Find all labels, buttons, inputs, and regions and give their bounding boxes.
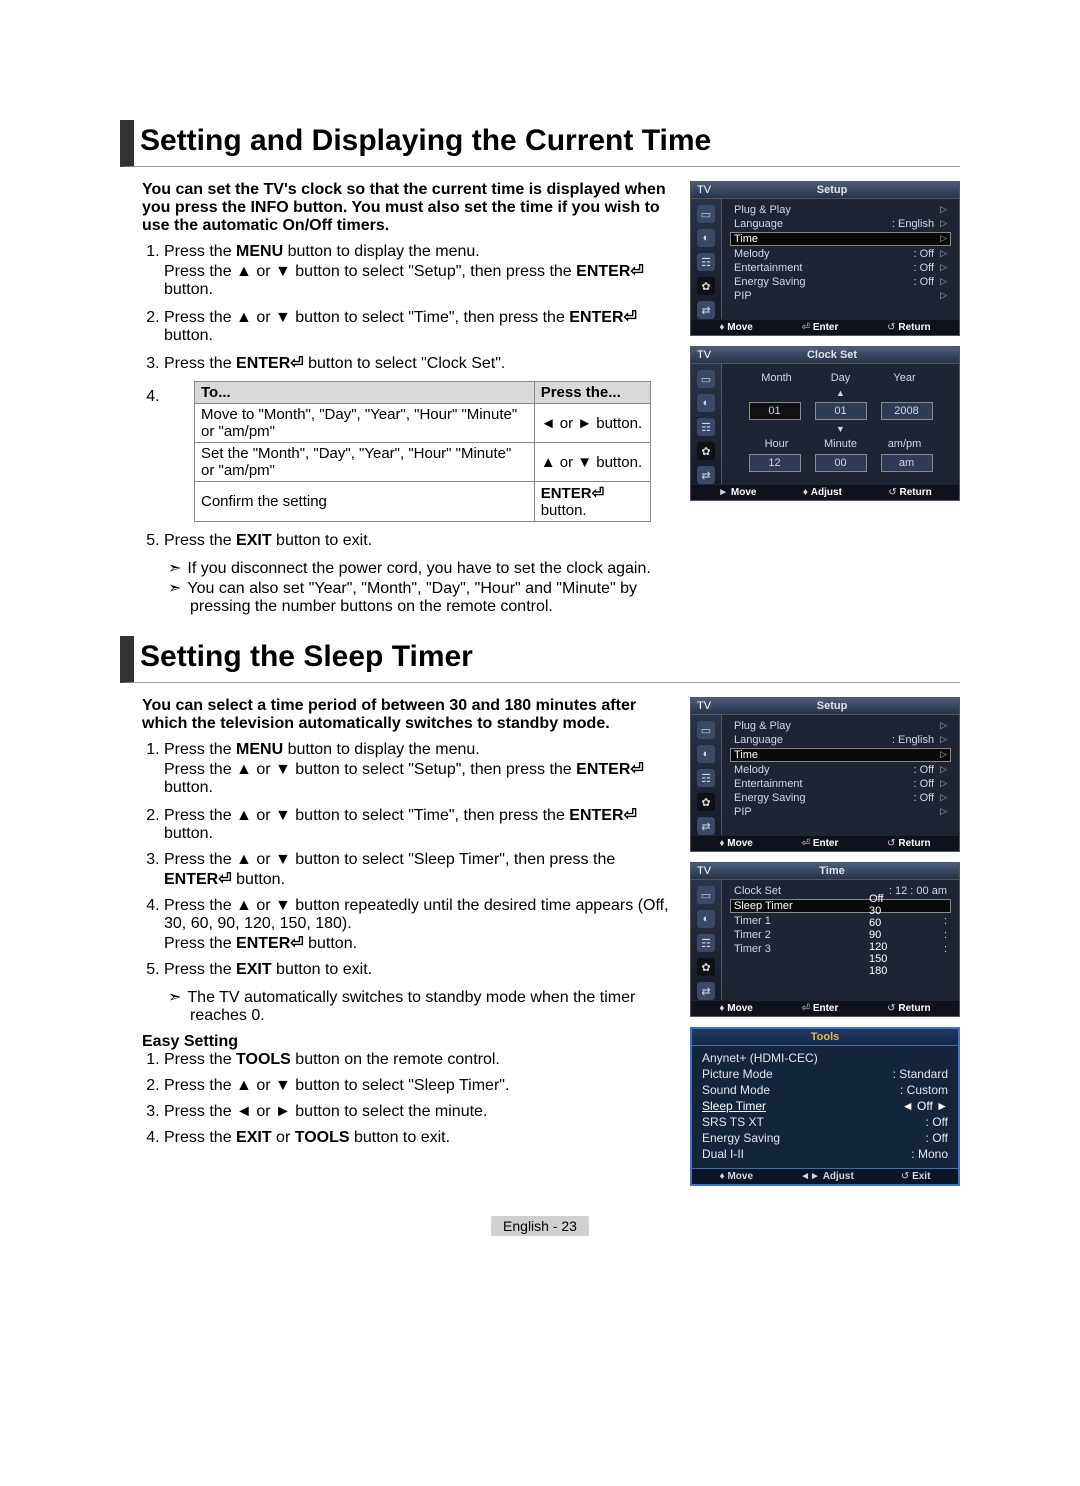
sleep-option[interactable]: 30	[869, 905, 949, 917]
osd-time-menu: TV Time ▭ ◐ ☶ ✿ ⇄ Clock Set: 12 : 00 amS…	[690, 862, 960, 1017]
return-hint: ↺ Return	[887, 322, 930, 333]
setup-icon: ✿	[697, 277, 715, 295]
s1-step3: Press the ENTER⏎ button to select "Clock…	[164, 353, 672, 373]
menu-row[interactable]: Entertainment: Off▷	[730, 261, 951, 275]
channel-icon: ☶	[697, 253, 715, 271]
minute-field[interactable]: 00	[815, 454, 867, 472]
enter-icon: ⏎	[624, 309, 637, 326]
tools-row[interactable]: Dual I-IIMono	[700, 1146, 950, 1162]
channel-icon: ☶	[697, 769, 715, 787]
enter-icon: ⏎	[290, 355, 303, 372]
day-field[interactable]: 01	[815, 402, 867, 420]
s2-note1: The TV automatically switches to standby…	[190, 987, 672, 1025]
year-field[interactable]: 2008	[881, 402, 933, 420]
s1-step1: Press the MENU button to display the men…	[164, 243, 672, 299]
sleep-option[interactable]: Off	[869, 893, 949, 905]
easy-step1: Press the TOOLS button on the remote con…	[164, 1051, 672, 1069]
s2-step4: Press the ▲ or ▼ button repeatedly until…	[164, 897, 672, 953]
menu-row[interactable]: Energy Saving: Off▷	[730, 791, 951, 805]
enter-hint: ⏎ Enter	[802, 322, 839, 333]
sleep-option[interactable]: 150	[869, 953, 949, 965]
sleep-option[interactable]: 60	[869, 917, 949, 929]
picture-icon: ▭	[697, 370, 715, 388]
tools-row[interactable]: Picture ModeStandard	[700, 1066, 950, 1082]
enter-icon: ⏎	[630, 263, 643, 280]
sound-icon: ◐	[697, 745, 715, 763]
setup-icon: ✿	[697, 442, 715, 460]
input-icon: ⇄	[697, 466, 715, 484]
sleep-option[interactable]: 180	[869, 965, 949, 977]
sound-icon: ◐	[697, 910, 715, 928]
tools-row[interactable]: Sleep Timer◄ Off ►	[700, 1098, 950, 1114]
easy-step4: Press the EXIT or TOOLS button to exit.	[164, 1129, 672, 1147]
menu-row[interactable]: Language: English▷	[730, 733, 951, 747]
sound-icon: ◐	[697, 229, 715, 247]
s2-step1: Press the MENU button to display the men…	[164, 741, 672, 797]
s1-note1: If you disconnect the power cord, you ha…	[190, 558, 672, 578]
menu-row[interactable]: Time▷	[730, 232, 951, 246]
osd-setup-menu-2: TV Setup ▭ ◐ ☶ ✿ ⇄ Plug & Play▷Language:…	[690, 697, 960, 852]
menu-row[interactable]: Melody: Off▷	[730, 247, 951, 261]
ampm-field[interactable]: am	[881, 454, 933, 472]
menu-row[interactable]: Plug & Play▷	[730, 719, 951, 733]
s1-step2: Press the ▲ or ▼ button to select "Time"…	[164, 307, 672, 345]
sound-icon: ◐	[697, 394, 715, 412]
picture-icon: ▭	[697, 205, 715, 223]
tools-row[interactable]: Anynet+ (HDMI-CEC)	[700, 1050, 950, 1066]
menu-row[interactable]: Time▷	[730, 748, 951, 762]
setup-icon: ✿	[697, 958, 715, 976]
s2-step3: Press the ▲ or ▼ button to select "Sleep…	[164, 851, 672, 889]
menu-row[interactable]: Entertainment: Off▷	[730, 777, 951, 791]
input-icon: ⇄	[697, 982, 715, 1000]
s2-step5: Press the EXIT button to exit.	[164, 961, 672, 979]
tools-row[interactable]: Sound ModeCustom	[700, 1082, 950, 1098]
section-title-1: Setting and Displaying the Current Time	[120, 120, 960, 167]
sleep-option[interactable]: 120	[869, 941, 949, 953]
osd-clock-set: TV Clock Set ▭ ◐ ☶ ✿ ⇄ Month	[690, 346, 960, 501]
channel-icon: ☶	[697, 418, 715, 436]
s2-step2: Press the ▲ or ▼ button to select "Time"…	[164, 805, 672, 843]
easy-setting-heading: Easy Setting	[142, 1033, 672, 1051]
section1-intro: You can set the TV's clock so that the c…	[142, 181, 672, 235]
menu-row: PIP▷	[730, 805, 951, 819]
picture-icon: ▭	[697, 721, 715, 739]
section2-intro: You can select a time period of between …	[142, 697, 672, 733]
menu-row: PIP▷	[730, 289, 951, 303]
input-icon: ⇄	[697, 817, 715, 835]
osd-setup-menu: TV Setup ▭ ◐ ☶ ✿ ⇄ Plug & Play▷Language:…	[690, 181, 960, 336]
menu-row[interactable]: Energy Saving: Off▷	[730, 275, 951, 289]
hour-field[interactable]: 12	[749, 454, 801, 472]
s1-note2: You can also set "Year", "Month", "Day",…	[190, 578, 672, 616]
osd-tools-menu: Tools Anynet+ (HDMI-CEC)Picture ModeStan…	[690, 1027, 960, 1186]
menu-row[interactable]: Melody: Off▷	[730, 763, 951, 777]
easy-step3: Press the ◄ or ► button to select the mi…	[164, 1103, 672, 1121]
sleep-option[interactable]: 90	[869, 929, 949, 941]
input-icon: ⇄	[697, 301, 715, 319]
page-footer: English - 23	[491, 1216, 589, 1236]
picture-icon: ▭	[697, 886, 715, 904]
easy-step2: Press the ▲ or ▼ button to select "Sleep…	[164, 1077, 672, 1095]
s1-step4: To...Press the... Move to "Month", "Day"…	[164, 381, 672, 522]
instruction-table: To...Press the... Move to "Month", "Day"…	[194, 381, 651, 522]
tools-row[interactable]: SRS TS XTOff	[700, 1114, 950, 1130]
channel-icon: ☶	[697, 934, 715, 952]
section-title-2: Setting the Sleep Timer	[120, 636, 960, 683]
setup-icon: ✿	[697, 793, 715, 811]
move-hint: ♦ Move	[719, 322, 752, 333]
tools-row[interactable]: Energy SavingOff	[700, 1130, 950, 1146]
month-field[interactable]: 01	[749, 402, 801, 420]
menu-row[interactable]: Language: English▷	[730, 217, 951, 231]
menu-row[interactable]: Plug & Play▷	[730, 203, 951, 217]
s1-step5: Press the EXIT button to exit.	[164, 532, 672, 550]
